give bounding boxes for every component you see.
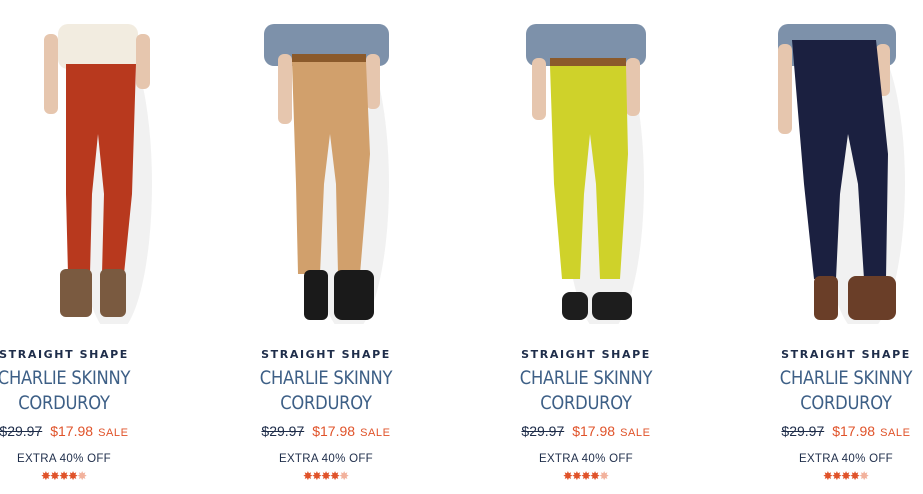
- promo-text: EXTRA 40% OFF: [798, 453, 893, 465]
- product-name-line1[interactable]: CHARLIE SKINNY: [0, 366, 176, 391]
- product-image[interactable]: [514, 24, 689, 324]
- product-card[interactable]: STRAIGHT SHAPE CHARLIE SKINNY CORDUROY $…: [456, 0, 716, 494]
- product-card[interactable]: STRAIGHT SHAPE CHARLIE SKINNY CORDUROY $…: [716, 0, 923, 494]
- product-info: STRAIGHT SHAPE CHARLIE SKINNY CORDUROY $…: [196, 346, 456, 483]
- price-row: $29.97 $17.98 SALE: [716, 421, 923, 441]
- sale-price: $17.98: [50, 423, 94, 439]
- half-star-icon: ✸: [599, 469, 610, 483]
- sale-price: $17.98: [572, 423, 616, 439]
- star-rating[interactable]: ✸✸✸✸✸: [716, 469, 923, 483]
- product-name-line1[interactable]: CHARLIE SKINNY: [214, 366, 438, 391]
- product-shape: STRAIGHT SHAPE: [781, 348, 911, 361]
- product-image[interactable]: [768, 24, 923, 324]
- product-name-line2[interactable]: CORDUROY: [0, 391, 176, 416]
- product-image[interactable]: [14, 24, 189, 324]
- product-name[interactable]: CHARLIE SKINNY CORDUROY: [0, 366, 176, 416]
- sale-price: $17.98: [832, 423, 876, 439]
- product-info: STRAIGHT SHAPE CHARLIE SKINNY CORDUROY $…: [0, 346, 194, 483]
- product-name-line2[interactable]: CORDUROY: [474, 391, 698, 416]
- original-price: $29.97: [781, 423, 825, 439]
- promo-text: EXTRA 40% OFF: [278, 453, 373, 465]
- product-grid: STRAIGHT SHAPE CHARLIE SKINNY CORDUROY $…: [0, 0, 923, 494]
- product-card[interactable]: STRAIGHT SHAPE CHARLIE SKINNY CORDUROY $…: [196, 0, 456, 494]
- product-name-line2[interactable]: CORDUROY: [734, 391, 923, 416]
- half-star-icon: ✸: [859, 469, 870, 483]
- original-price: $29.97: [261, 423, 305, 439]
- product-shape: STRAIGHT SHAPE: [261, 348, 391, 361]
- star-rating[interactable]: ✸✸✸✸✸: [456, 469, 716, 483]
- star-rating[interactable]: ✸✸✸✸✸: [196, 469, 456, 483]
- promo-text: EXTRA 40% OFF: [538, 453, 633, 465]
- sale-label: SALE: [98, 427, 129, 439]
- product-name[interactable]: CHARLIE SKINNY CORDUROY: [214, 366, 438, 416]
- half-star-icon: ✸: [339, 469, 350, 483]
- half-star-icon: ✸: [77, 469, 88, 483]
- price-row: $29.97 $17.98 SALE: [456, 421, 716, 441]
- product-name-line1[interactable]: CHARLIE SKINNY: [474, 366, 698, 391]
- sale-label: SALE: [620, 427, 651, 439]
- sale-price: $17.98: [312, 423, 356, 439]
- promo-text: EXTRA 40% OFF: [16, 453, 111, 465]
- product-shape: STRAIGHT SHAPE: [0, 348, 129, 361]
- original-price: $29.97: [521, 423, 565, 439]
- sale-label: SALE: [880, 427, 911, 439]
- price-row: $29.97 $17.98 SALE: [196, 421, 456, 441]
- product-shape: STRAIGHT SHAPE: [521, 348, 651, 361]
- product-card[interactable]: STRAIGHT SHAPE CHARLIE SKINNY CORDUROY $…: [0, 0, 194, 494]
- product-image[interactable]: [254, 24, 429, 324]
- product-name-line2[interactable]: CORDUROY: [214, 391, 438, 416]
- product-name[interactable]: CHARLIE SKINNY CORDUROY: [734, 366, 923, 416]
- product-name[interactable]: CHARLIE SKINNY CORDUROY: [474, 366, 698, 416]
- price-row: $29.97 $17.98 SALE: [0, 421, 194, 441]
- product-info: STRAIGHT SHAPE CHARLIE SKINNY CORDUROY $…: [716, 346, 923, 483]
- original-price: $29.97: [0, 423, 43, 439]
- star-rating[interactable]: ✸✸✸✸✸: [0, 469, 194, 483]
- sale-label: SALE: [360, 427, 391, 439]
- product-name-line1[interactable]: CHARLIE SKINNY: [734, 366, 923, 391]
- product-info: STRAIGHT SHAPE CHARLIE SKINNY CORDUROY $…: [456, 346, 716, 483]
